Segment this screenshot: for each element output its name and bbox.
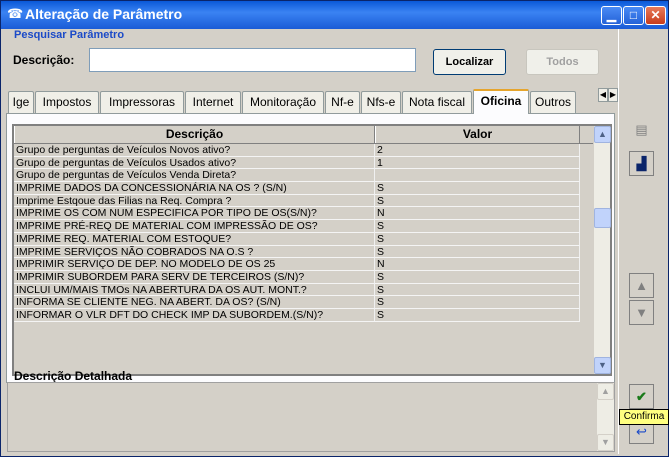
- close-button[interactable]: ✕: [645, 6, 666, 25]
- cell-descricao[interactable]: IMPRIME REQ. MATERIAL COM ESTOQUE?: [14, 232, 375, 246]
- cell-descricao[interactable]: IMPRIMIR SUBORDEM PARA SERV DE TERCEIROS…: [14, 270, 375, 284]
- cell-descricao[interactable]: Grupo de perguntas de Veículos Venda Dir…: [14, 169, 375, 183]
- tab-panel-oficina: Descrição Valor Grupo de perguntas de Ve…: [6, 113, 615, 383]
- cell-valor[interactable]: S: [375, 232, 580, 246]
- all-button[interactable]: Todos: [526, 49, 599, 75]
- detail-label: Descrição Detalhada: [14, 369, 133, 383]
- cell-valor[interactable]: N: [375, 258, 580, 271]
- cell-valor[interactable]: [375, 169, 580, 183]
- table-row[interactable]: IMPRIME DADOS DA CONCESSIONÁRIA NA OS ? …: [14, 182, 594, 195]
- cell-valor[interactable]: S: [375, 296, 580, 309]
- scroll-down-icon[interactable]: ▼: [594, 357, 611, 374]
- cell-valor[interactable]: N: [375, 207, 580, 221]
- table-row[interactable]: Grupo de perguntas de Veículos Usados at…: [14, 156, 594, 170]
- table-row[interactable]: IMPRIME OS COM NUM ESPECIFICA POR TIPO D…: [14, 207, 594, 221]
- title-bar[interactable]: ☎ Alteração de Parâmetro ▁ □ ✕: [1, 1, 668, 29]
- description-search-input[interactable]: [89, 48, 416, 72]
- tab-monitoracao[interactable]: Monitoração: [242, 91, 324, 113]
- table-row[interactable]: Grupo de perguntas de Veículos Novos ati…: [14, 144, 594, 157]
- tab-nota-fiscal[interactable]: Nota fiscal: [402, 91, 472, 113]
- cell-descricao[interactable]: INCLUI UM/MAIS TMOs NA ABERTURA DA OS AU…: [14, 283, 375, 297]
- detail-scrollbar[interactable]: ▲ ▼: [597, 383, 614, 451]
- grid-vertical-scrollbar[interactable]: ▲ ▼: [593, 126, 611, 374]
- table-row[interactable]: IMPRIME SERVIÇOS NÃO COBRADOS NA O.S ? S: [14, 245, 594, 259]
- cell-descricao[interactable]: IMPRIME DADOS DA CONCESSIONÁRIA NA OS ? …: [14, 182, 375, 195]
- cell-descricao[interactable]: IMPRIME SERVIÇOS NÃO COBRADOS NA O.S ?: [14, 245, 375, 259]
- tab-scroll-right-icon[interactable]: ▶: [608, 88, 618, 102]
- cell-valor[interactable]: S: [375, 308, 580, 322]
- grid-rows: Grupo de perguntas de Veículos Novos ati…: [14, 144, 594, 322]
- description-label: Descrição:: [13, 53, 75, 67]
- move-up-icon[interactable]: ▲: [629, 273, 654, 298]
- minimize-button[interactable]: ▁: [601, 6, 622, 25]
- grid-body: Descrição Valor Grupo de perguntas de Ve…: [14, 126, 594, 374]
- cell-descricao[interactable]: IMPRIME OS COM NUM ESPECIFICA POR TIPO D…: [14, 207, 375, 221]
- tab-ige[interactable]: Ige: [8, 91, 34, 113]
- table-row[interactable]: IMPRIME PRÉ-REQ DE MATERIAL COM IMPRESSÃ…: [14, 220, 594, 233]
- confirm-check-icon[interactable]: ✔: [629, 384, 654, 409]
- column-header-descricao[interactable]: Descrição: [14, 126, 375, 143]
- tab-nfse[interactable]: Nfs-e: [361, 91, 401, 113]
- detail-scroll-down-icon[interactable]: ▼: [597, 434, 614, 451]
- table-row[interactable]: INFORMAR O VLR DFT DO CHECK IMP DA SUBOR…: [14, 308, 594, 322]
- tab-scroll-arrows: ◀ ▶: [598, 88, 619, 102]
- cell-valor[interactable]: S: [375, 194, 580, 208]
- cell-descricao[interactable]: Imprime Estqoue das Filias na Req. Compr…: [14, 194, 375, 208]
- cell-descricao[interactable]: IMPRIMIR SERVIÇO DE DEP. NO MODELO DE OS…: [14, 258, 375, 271]
- cell-valor[interactable]: S: [375, 220, 580, 233]
- tab-nfe[interactable]: Nf-e: [325, 91, 360, 113]
- tab-outros[interactable]: Outros: [530, 91, 576, 113]
- table-row[interactable]: Grupo de perguntas de Veículos Venda Dir…: [14, 169, 594, 183]
- window: ☎ Alteração de Parâmetro ▁ □ ✕ Pesquisar…: [0, 0, 669, 457]
- cell-descricao[interactable]: INFORMAR O VLR DFT DO CHECK IMP DA SUBOR…: [14, 308, 375, 322]
- tab-impressoras[interactable]: Impressoras: [100, 91, 184, 113]
- grid-header: Descrição Valor: [14, 126, 594, 144]
- detail-textarea[interactable]: ▲ ▼: [7, 382, 615, 452]
- cell-descricao[interactable]: INFORMA SE CLIENTE NEG. NA ABERT. DA OS?…: [14, 296, 375, 309]
- telephone-icon: ☎: [7, 6, 24, 21]
- tab-oficina[interactable]: Oficina: [473, 89, 529, 114]
- find-button[interactable]: Localizar: [433, 49, 506, 75]
- tab-scroll-left-icon[interactable]: ◀: [598, 88, 608, 102]
- table-row[interactable]: Imprime Estqoue das Filias na Req. Compr…: [14, 194, 594, 208]
- cell-descricao[interactable]: IMPRIME PRÉ-REQ DE MATERIAL COM IMPRESSÃ…: [14, 220, 375, 233]
- cell-valor[interactable]: S: [375, 245, 580, 259]
- report-icon[interactable]: ▟: [629, 151, 654, 176]
- cell-descricao[interactable]: Grupo de perguntas de Veículos Usados at…: [14, 156, 375, 170]
- tab-impostos[interactable]: Impostos: [35, 91, 99, 113]
- tab-strip: Ige Impostos Impressoras Internet Monito…: [4, 89, 616, 114]
- panel-divider: [618, 29, 619, 454]
- scroll-thumb[interactable]: [594, 208, 611, 228]
- table-view-icon[interactable]: ▤: [629, 118, 654, 143]
- cell-valor[interactable]: S: [375, 283, 580, 297]
- maximize-button[interactable]: □: [623, 6, 644, 25]
- column-header-valor[interactable]: Valor: [375, 126, 580, 143]
- cell-descricao[interactable]: Grupo de perguntas de Veículos Novos ati…: [14, 144, 375, 157]
- table-row[interactable]: IMPRIMIR SUBORDEM PARA SERV DE TERCEIROS…: [14, 270, 594, 284]
- detail-scroll-up-icon[interactable]: ▲: [597, 383, 614, 400]
- table-row[interactable]: IMPRIMIR SERVIÇO DE DEP. NO MODELO DE OS…: [14, 258, 594, 271]
- window-title: Alteração de Parâmetro: [25, 6, 183, 22]
- search-section-label: Pesquisar Parâmetro: [14, 29, 125, 41]
- parameters-grid: Descrição Valor Grupo de perguntas de Ve…: [12, 124, 612, 376]
- cell-valor[interactable]: S: [375, 182, 580, 195]
- tab-internet[interactable]: Internet: [185, 91, 241, 113]
- main-panel: Pesquisar Parâmetro Descrição: Localizar…: [4, 29, 619, 454]
- table-row[interactable]: IMPRIME REQ. MATERIAL COM ESTOQUE? S: [14, 232, 594, 246]
- table-row[interactable]: INFORMA SE CLIENTE NEG. NA ABERT. DA OS?…: [14, 296, 594, 309]
- move-down-icon[interactable]: ▼: [629, 300, 654, 325]
- scroll-up-icon[interactable]: ▲: [594, 126, 611, 143]
- cell-valor[interactable]: S: [375, 270, 580, 284]
- cell-valor[interactable]: 1: [375, 156, 580, 170]
- cell-valor[interactable]: 2: [375, 144, 580, 157]
- confirm-tooltip: Confirma: [619, 409, 669, 425]
- table-row[interactable]: INCLUI UM/MAIS TMOs NA ABERTURA DA OS AU…: [14, 283, 594, 297]
